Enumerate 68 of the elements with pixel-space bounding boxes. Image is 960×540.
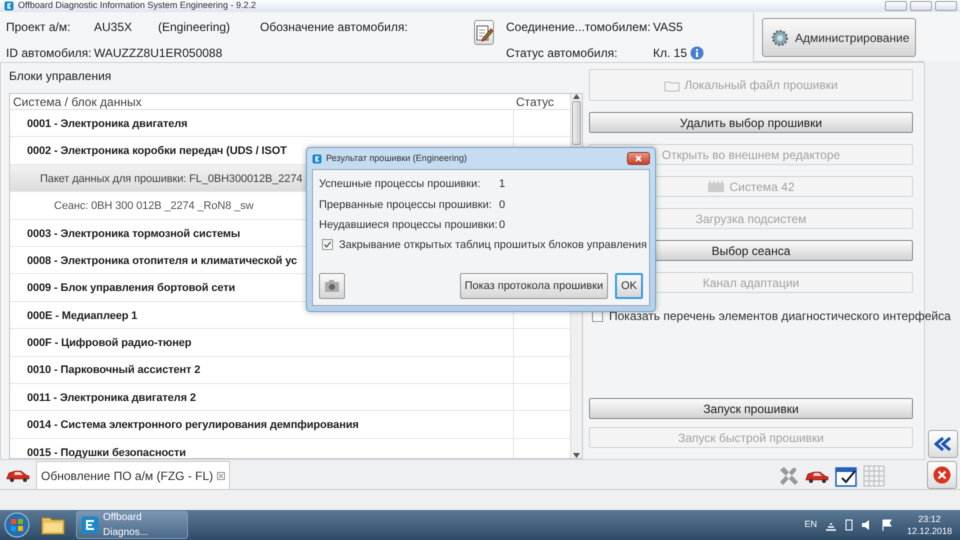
taskbar-app-button[interactable]: Offboard Diagnos... [76,511,188,539]
dialog-title: Результат прошивки (Engineering) [326,152,467,165]
tab[interactable]: Обновление ПО а/м (FZG - FL) [36,461,230,489]
table-row[interactable]: 0010 - Парковочный ассистент 2 [27,362,200,379]
checkbox[interactable] [322,239,333,250]
stat-label: Успешные процессы прошивки: [319,177,482,192]
clock-time[interactable]: 23:12 [918,513,941,525]
double-chevron-left-icon [934,437,952,451]
app-icon [312,154,322,164]
show-protocol-button[interactable]: Показ протокола прошивки [460,273,608,299]
table-row[interactable]: 0011 - Электроника двигателя 2 [27,390,196,406]
window-title: Offboard Diagnostic Information System Engineering - 9.2.2 [18,0,256,12]
column-header: Статус [515,94,555,109]
table-row[interactable]: 0014 - Система электронного регулирования демпфирования [27,417,359,434]
table-row[interactable]: 000F - Цифровой радио-тюнер [27,335,192,352]
table-row[interactable]: 0001 - Электроника двигателя [27,116,188,132]
action-button[interactable]: Удалить выбор прошивки [589,112,913,133]
close-icon [635,155,642,162]
field-value: Кл. 15 [653,44,688,62]
start-button-icon[interactable] [4,512,30,538]
clock-date[interactable]: 12.12.2018 [906,525,952,537]
stat-value: 0 [499,198,506,212]
field-label: Проект а/м: [6,19,72,36]
language-indicator[interactable]: EN [804,518,817,532]
notepad-pencil-icon [475,24,493,42]
stat-label: Неудавшиеся процессы прошивки: [319,218,499,233]
table-row[interactable]: 0015 - Подушки безопасности [27,444,186,458]
table-row[interactable]: Пакет данных для прошивки: FL_0BH300012B_2274 [40,170,302,188]
scroll-thumb[interactable] [572,101,581,145]
stat-value: 0 [499,218,506,233]
ok-button[interactable]: OK [615,273,643,299]
field-label: Статус автомобиля: [506,44,618,62]
stat-value: 1 [499,177,506,192]
field-value: AU35X [94,19,134,36]
close-button[interactable] [627,152,650,165]
table-row[interactable]: 000E - Медиаплеер 1 [27,308,138,324]
chip-icon [707,180,726,193]
field-label: Соединение...томобилем: [506,19,652,36]
stat-label: Прерванные процессы прошивки: [319,198,493,212]
close-icon [933,466,951,484]
field-value: WAUZZZ8U1ER050088 [94,44,224,62]
field-label: ID автомобиля: [6,44,92,62]
edit-button[interactable] [474,20,494,45]
field-label: Обозначение автомобиля: [260,19,409,36]
screenshot-button[interactable] [319,273,345,299]
collapse-button[interactable] [928,430,958,458]
column-header: Система / блок данных [12,94,143,110]
flash-button[interactable]: Запуск прошивки [589,398,913,419]
table-row[interactable]: 0003 - Электроника тормозной системы [27,226,240,242]
app-icon [81,516,99,534]
flag-icon[interactable] [880,519,893,531]
panel-title: Блоки управления [9,68,112,85]
table-row[interactable]: 0002 - Электроника коробки передач (UDS / ISOT [27,143,287,160]
field-value: VAS5 [653,19,684,36]
folder-icon [664,78,680,92]
close-button[interactable] [927,461,957,489]
checkbox-label: Показать перечень элементов диагностического интерфейса [609,308,951,325]
field-value: (Engineering) [158,19,232,36]
gear-icon [771,28,789,46]
administration-button[interactable]: Администрирование [762,18,916,57]
camera-icon [324,279,340,293]
scroll-down-arrow-icon[interactable] [573,453,580,458]
scroll-up-arrow-icon[interactable] [573,94,580,99]
table-row[interactable]: Сеанс: 0BH 300 012B _2274 _RoN8 _sw [54,198,254,215]
table-row[interactable]: 0008 - Электроника отопителя и климатической ус [27,252,298,270]
table-row[interactable]: 0009 - Блок управления бортовой сети [27,280,236,297]
close-icon[interactable] [217,472,226,480]
calendar-check-icon[interactable] [835,465,857,487]
